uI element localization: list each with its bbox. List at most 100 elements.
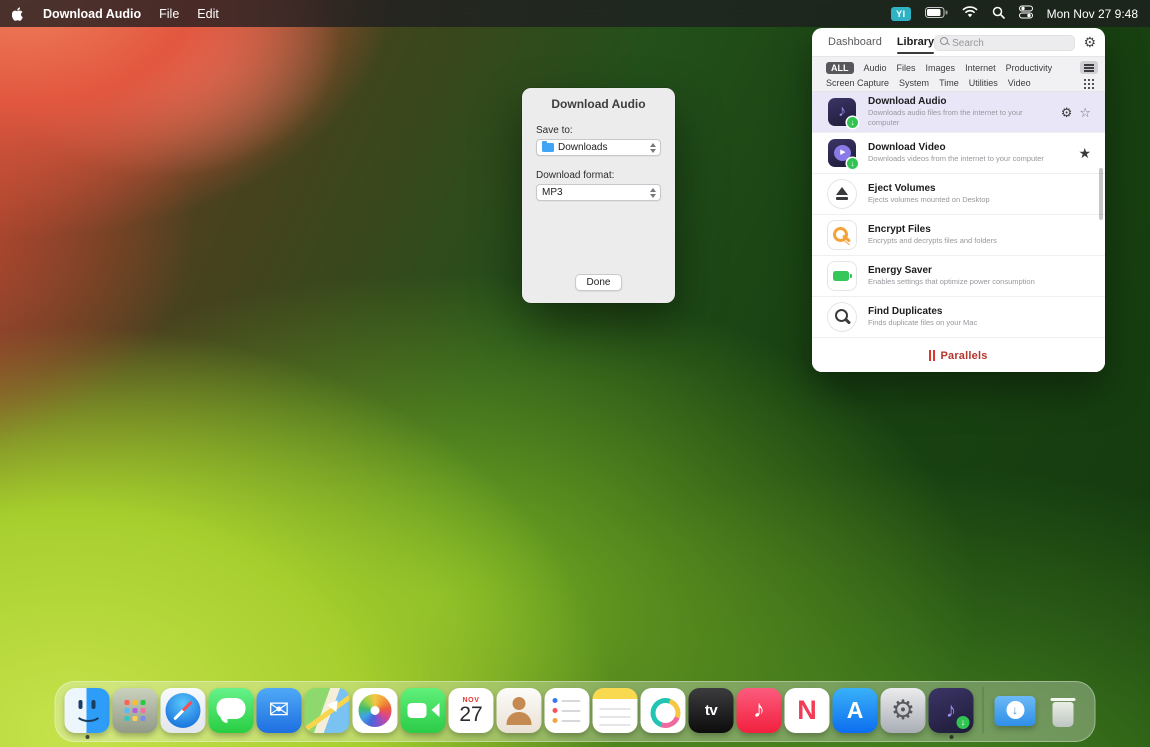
encrypt-files-icon: [828, 221, 856, 249]
stepper-icon: [648, 185, 657, 200]
download-audio-dialog: Download Audio Save to: Downloads Downlo…: [522, 88, 675, 303]
tool-row-encrypt-files[interactable]: Encrypt Files Encrypts and decrypts file…: [812, 215, 1105, 256]
filter-all[interactable]: ALL: [826, 62, 854, 74]
tab-library[interactable]: Library: [897, 28, 934, 56]
tool-name: Energy Saver: [868, 265, 1044, 276]
dock-icon-safari[interactable]: [161, 688, 206, 733]
dock-icon-contacts[interactable]: [497, 688, 542, 733]
dock-icon-freeform[interactable]: [641, 688, 686, 733]
battery-icon[interactable]: [925, 7, 948, 21]
tool-row-find-duplicates[interactable]: Find Duplicates Finds duplicate files on…: [812, 297, 1105, 338]
dock-icon-finder[interactable]: [65, 688, 110, 733]
filter-system[interactable]: System: [899, 78, 929, 88]
filter-productivity[interactable]: Productivity: [1006, 63, 1053, 73]
dock-icon-calendar[interactable]: NOV27: [449, 688, 494, 733]
dock: ✉NOV27tv♪NA⚙♪↓: [55, 681, 1096, 742]
download-format-value: MP3: [542, 187, 563, 198]
parallels-bars-icon: [929, 350, 936, 361]
tool-description: Encrypts and decrypts files and folders: [868, 236, 1044, 247]
tool-name: Eject Volumes: [868, 183, 1044, 194]
category-filters: ALL Audio Files Images Internet Productivity S…: [812, 56, 1105, 92]
tool-description: Enables settings that optimize power con…: [868, 277, 1044, 288]
favorite-star-icon[interactable]: ☆: [1079, 106, 1091, 119]
control-center-icon[interactable]: [1019, 5, 1033, 22]
toolbox-header: Dashboard Library ⚙: [812, 28, 1105, 56]
toolbox-footer: Parallels: [812, 339, 1105, 372]
tab-dashboard[interactable]: Dashboard: [828, 28, 882, 56]
eject-volumes-icon: [828, 180, 856, 208]
tool-description: Downloads audio files from the internet …: [868, 108, 1044, 129]
dock-icon-appstore[interactable]: A: [833, 688, 878, 733]
grid-view-toggle[interactable]: [1080, 77, 1098, 90]
tool-name: Download Audio: [868, 96, 1044, 107]
find-duplicates-icon: [828, 303, 856, 331]
menu-edit[interactable]: Edit: [197, 7, 219, 21]
tool-description: Finds duplicate files on your Mac: [868, 318, 1044, 329]
tool-name: Download Video: [868, 142, 1044, 153]
tool-row-download-audio[interactable]: Download Audio Downloads audio files fro…: [812, 92, 1105, 133]
dock-icon-news[interactable]: N: [785, 688, 830, 733]
download-format-select[interactable]: MP3: [536, 184, 661, 201]
dock-icon-maps[interactable]: [305, 688, 350, 733]
tool-row-download-video[interactable]: Download Video Downloads videos from the…: [812, 133, 1105, 174]
menu-bar: Download Audio File Edit YI Mon Nov 27 9:…: [0, 0, 1150, 27]
tool-description: Downloads videos from the internet to yo…: [868, 154, 1044, 165]
dock-icon-downloads[interactable]: ↓: [993, 688, 1038, 733]
folder-icon: [542, 143, 554, 152]
spotlight-search-icon[interactable]: [992, 6, 1005, 22]
dock-icon-tv[interactable]: tv: [689, 688, 734, 733]
filter-audio[interactable]: Audio: [864, 63, 887, 73]
filter-utilities[interactable]: Utilities: [969, 78, 998, 88]
apple-menu-icon[interactable]: [12, 6, 25, 22]
dock-icon-mail[interactable]: ✉: [257, 688, 302, 733]
download-video-icon: [828, 139, 856, 167]
tool-list: Download Audio Downloads audio files fro…: [812, 92, 1105, 338]
tool-row-eject-volumes[interactable]: Eject Volumes Ejects volumes mounted on …: [812, 174, 1105, 215]
filter-images[interactable]: Images: [926, 63, 956, 73]
settings-gear-icon[interactable]: ⚙: [1083, 35, 1096, 49]
dock-separator: [983, 687, 984, 733]
search-field: [934, 33, 1075, 52]
menu-file[interactable]: File: [159, 7, 179, 21]
parallels-logo: Parallels: [929, 350, 987, 362]
dock-icon-settings[interactable]: ⚙: [881, 688, 926, 733]
dock-icon-download-audio[interactable]: ♪: [929, 688, 974, 733]
tool-row-energy-saver[interactable]: Energy Saver Enables settings that optim…: [812, 256, 1105, 297]
save-to-value: Downloads: [558, 142, 607, 153]
filter-video[interactable]: Video: [1008, 78, 1031, 88]
dock-icon-facetime[interactable]: [401, 688, 446, 733]
favorite-star-icon[interactable]: ★: [1078, 146, 1091, 160]
dock-icon-messages[interactable]: [209, 688, 254, 733]
done-button[interactable]: Done: [575, 274, 623, 291]
filter-time[interactable]: Time: [939, 78, 959, 88]
scrollbar[interactable]: [1099, 168, 1103, 220]
filter-files[interactable]: Files: [897, 63, 916, 73]
dock-icon-photos[interactable]: [353, 688, 398, 733]
dialog-title: Download Audio: [522, 97, 675, 111]
parallels-toolbox-window: Dashboard Library ⚙ ALL Audio Files Images In…: [812, 28, 1105, 372]
dock-icon-notes[interactable]: [593, 688, 638, 733]
input-source-badge[interactable]: YI: [891, 7, 911, 21]
stepper-icon: [648, 140, 657, 155]
filter-screen-capture[interactable]: Screen Capture: [826, 78, 889, 88]
dock-icon-music[interactable]: ♪: [737, 688, 782, 733]
menu-bar-clock[interactable]: Mon Nov 27 9:48: [1047, 7, 1138, 21]
tool-description: Ejects volumes mounted on Desktop: [868, 195, 1044, 206]
download-format-label: Download format:: [536, 170, 661, 181]
energy-saver-icon: [828, 262, 856, 290]
active-app-name[interactable]: Download Audio: [43, 7, 141, 21]
search-input[interactable]: [934, 35, 1075, 51]
save-to-select[interactable]: Downloads: [536, 139, 661, 156]
running-indicator: [85, 735, 89, 739]
dock-icon-launchpad[interactable]: [113, 688, 158, 733]
dock-icon-trash[interactable]: [1041, 688, 1086, 733]
tool-settings-icon[interactable]: ⚙: [1061, 106, 1073, 119]
wifi-icon[interactable]: [962, 6, 978, 21]
tool-name: Encrypt Files: [868, 224, 1044, 235]
dock-icon-reminders[interactable]: [545, 688, 590, 733]
list-view-toggle[interactable]: [1080, 61, 1098, 74]
tool-name: Find Duplicates: [868, 306, 1044, 317]
download-audio-icon: [828, 98, 856, 126]
filter-internet[interactable]: Internet: [965, 63, 996, 73]
running-indicator: [949, 735, 953, 739]
